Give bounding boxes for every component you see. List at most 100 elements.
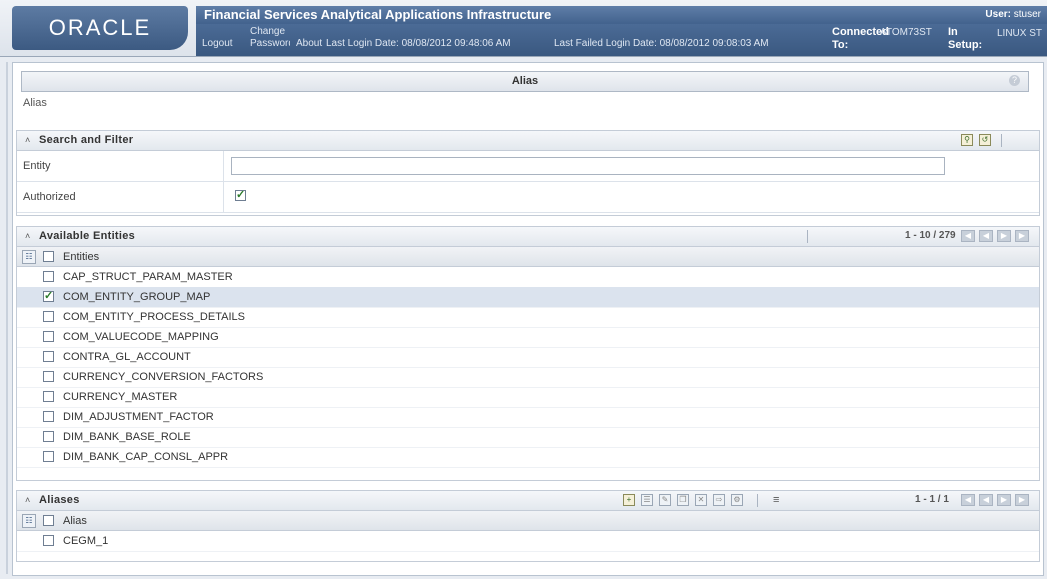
search-icon[interactable]: ⚲ — [961, 134, 973, 146]
table-row[interactable]: COM_ENTITY_GROUP_MAP — [17, 287, 1039, 308]
row-checkbox[interactable] — [43, 411, 54, 422]
in-setup-value: LINUX ST — [996, 28, 1042, 39]
table-row[interactable]: CONTRA_GL_ACCOUNT — [17, 347, 1039, 368]
about-link[interactable]: About — [296, 38, 322, 49]
view-icon[interactable]: ☰ — [641, 494, 653, 506]
row-checkbox[interactable] — [43, 311, 54, 322]
authorized-label: Authorized — [23, 191, 76, 203]
row-checkbox[interactable] — [43, 331, 54, 342]
toolbar-divider — [807, 230, 808, 243]
page-title-bar: Alias ? — [21, 71, 1029, 92]
row-checkbox[interactable] — [43, 451, 54, 462]
title-bar: Financial Services Analytical Applicatio… — [196, 6, 1047, 24]
collapse-icon[interactable]: ˄ — [25, 495, 30, 505]
row-label: CONTRA_GL_ACCOUNT — [63, 351, 191, 363]
oracle-logo: ORACLE — [12, 6, 188, 50]
field-divider — [223, 182, 224, 212]
collapse-icon[interactable]: ˄ — [25, 231, 30, 241]
hierarchy-icon[interactable]: ☷ — [22, 514, 36, 528]
entities-grid-header: ☷ Entities — [17, 247, 1039, 267]
first-page-icon[interactable]: ◀ — [961, 494, 975, 506]
row-checkbox[interactable] — [43, 351, 54, 362]
table-row[interactable]: DIM_BANK_CAP_CONSL_APPR — [17, 447, 1039, 468]
select-all-checkbox[interactable] — [43, 515, 54, 526]
reset-icon[interactable]: ↺ — [979, 134, 991, 146]
row-label: CURRENCY_CONVERSION_FACTORS — [63, 371, 264, 383]
first-page-icon[interactable]: ◀ — [961, 230, 975, 242]
row-checkbox[interactable] — [43, 289, 54, 302]
search-filter-panel: ˄ Search and Filter ⚲ ↺ Entity Authorize… — [16, 130, 1040, 216]
entity-label: Entity — [23, 160, 51, 172]
in-setup-label: In Setup: — [948, 26, 983, 51]
copy-icon[interactable]: ❐ — [677, 494, 689, 506]
edit-icon[interactable]: ✎ — [659, 494, 671, 506]
entities-pagination: 1 - 10 / 279 — [905, 230, 956, 241]
row-checkbox[interactable] — [43, 271, 54, 282]
entities-title: Available Entities — [39, 230, 136, 242]
authorized-checkbox[interactable] — [235, 188, 246, 201]
aliases-grid-header: ☷ Alias — [17, 511, 1039, 531]
user-value: stuser — [1013, 9, 1041, 20]
authorized-filter-row: Authorized — [17, 182, 1039, 213]
entities-column-header: Entities — [63, 251, 100, 263]
table-row[interactable]: DIM_BANK_BASE_ROLE — [17, 427, 1039, 448]
table-row[interactable]: COM_VALUECODE_MAPPING — [17, 327, 1039, 348]
hierarchy-icon[interactable]: ☷ — [22, 250, 36, 264]
prev-page-icon[interactable]: ◀ — [979, 494, 993, 506]
change-password-link[interactable]: Change Password — [250, 26, 290, 50]
app-title: Financial Services Analytical Applicatio… — [204, 7, 552, 22]
next-page-icon[interactable]: ▶ — [997, 230, 1011, 242]
user-info: User: stuser — [985, 9, 1041, 20]
row-label: CAP_STRUCT_PARAM_MASTER — [63, 271, 233, 283]
last-page-icon[interactable]: ▶ — [1015, 494, 1029, 506]
export-icon[interactable]: ⇨ — [713, 494, 725, 506]
search-filter-title: Search and Filter — [39, 134, 134, 146]
logout-link[interactable]: Logout — [202, 38, 233, 49]
filter-menu-icon[interactable]: ≡ — [773, 494, 779, 506]
next-page-icon[interactable]: ▶ — [997, 494, 1011, 506]
table-row[interactable]: CURRENCY_CONVERSION_FACTORS — [17, 367, 1039, 388]
table-row[interactable]: CAP_STRUCT_PARAM_MASTER — [17, 267, 1039, 288]
entity-input[interactable] — [231, 157, 945, 175]
settings-icon[interactable]: ⚙ — [731, 494, 743, 506]
table-row[interactable]: CEGM_1 — [17, 531, 1039, 552]
add-icon[interactable]: + — [623, 494, 635, 506]
last-page-icon[interactable]: ▶ — [1015, 230, 1029, 242]
nav-bar: Logout Change Password About Last Login … — [196, 24, 1047, 56]
collapse-icon[interactable]: ˄ — [25, 135, 30, 145]
row-label: COM_VALUECODE_MAPPING — [63, 331, 219, 343]
row-label: DIM_ADJUSTMENT_FACTOR — [63, 411, 214, 423]
aliases-header: ˄ Aliases + ☰ ✎ ❐ ✕ ⇨ ⚙ ≡ 1 - 1 / 1 ◀ ◀ … — [17, 491, 1039, 511]
table-row[interactable]: DIM_ADJUSTMENT_FACTOR — [17, 407, 1039, 428]
search-filter-header: ˄ Search and Filter ⚲ ↺ — [17, 131, 1039, 151]
available-entities-panel: ˄ Available Entities 1 - 10 / 279 ◀ ◀ ▶ … — [16, 226, 1040, 481]
table-row[interactable]: COM_ENTITY_PROCESS_DETAILS — [17, 307, 1039, 328]
breadcrumb: Alias — [23, 97, 47, 109]
row-label: COM_ENTITY_GROUP_MAP — [63, 291, 211, 303]
user-label: User: — [985, 9, 1011, 20]
row-checkbox[interactable] — [43, 431, 54, 442]
aliases-title: Aliases — [39, 494, 80, 506]
connected-value: ATOM73ST — [880, 27, 932, 38]
row-checkbox[interactable] — [43, 391, 54, 402]
table-row[interactable]: CURRENCY_MASTER — [17, 387, 1039, 408]
entity-filter-row: Entity — [17, 151, 1039, 182]
aliases-pagination: 1 - 1 / 1 — [915, 494, 949, 505]
prev-page-icon[interactable]: ◀ — [979, 230, 993, 242]
field-divider — [223, 151, 224, 181]
select-all-checkbox[interactable] — [43, 251, 54, 262]
last-login-text: Last Login Date: 08/08/2012 09:48:06 AM — [326, 38, 511, 49]
entities-header: ˄ Available Entities 1 - 10 / 279 ◀ ◀ ▶ … — [17, 227, 1039, 247]
row-checkbox[interactable] — [43, 371, 54, 382]
logo-text: ORACLE — [48, 15, 152, 40]
help-icon[interactable]: ? — [1009, 75, 1020, 86]
left-splitter[interactable] — [6, 62, 8, 574]
row-checkbox[interactable] — [43, 535, 54, 546]
row-label: CEGM_1 — [63, 535, 109, 547]
last-failed-login-text: Last Failed Login Date: 08/08/2012 09:08… — [554, 38, 769, 49]
row-label: COM_ENTITY_PROCESS_DETAILS — [63, 311, 245, 323]
aliases-panel: ˄ Aliases + ☰ ✎ ❐ ✕ ⇨ ⚙ ≡ 1 - 1 / 1 ◀ ◀ … — [16, 490, 1040, 562]
toolbar-divider — [1001, 134, 1002, 147]
delete-icon[interactable]: ✕ — [695, 494, 707, 506]
alias-column-header: Alias — [63, 515, 87, 527]
